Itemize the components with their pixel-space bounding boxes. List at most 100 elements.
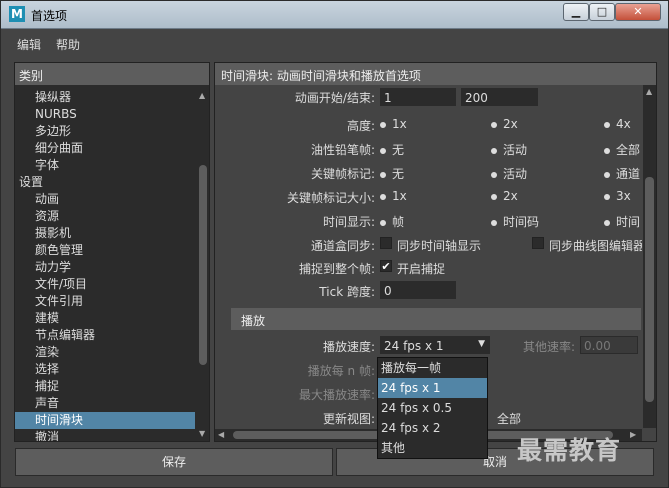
- keysize-radio-2x[interactable]: 2x: [491, 189, 518, 203]
- height-radio-2x[interactable]: 2x: [491, 117, 518, 131]
- keyticks-radio-none[interactable]: 无: [380, 165, 404, 182]
- sync-timeline-checkbox[interactable]: [380, 237, 392, 249]
- playback-section-header[interactable]: 播放: [231, 308, 641, 330]
- category-item[interactable]: 建模: [15, 310, 195, 327]
- dropdown-option[interactable]: 其他: [378, 438, 487, 458]
- sync-graph-label: 同步曲线图编辑器: [549, 239, 642, 253]
- other-speed-label: 其他速率:: [522, 340, 575, 354]
- radio-icon: [380, 193, 386, 200]
- anim-start-field[interactable]: 1: [380, 88, 456, 106]
- radio-icon: [604, 121, 610, 128]
- radio-icon: [604, 193, 610, 200]
- category-item[interactable]: 时间滑块: [15, 412, 195, 429]
- scroll-thumb[interactable]: [199, 165, 207, 365]
- radio-icon: [491, 219, 497, 226]
- settings-header: 时间滑块: 动画时间滑块和播放首选项: [215, 63, 656, 85]
- category-item[interactable]: 渲染: [15, 344, 195, 361]
- category-header: 类别: [15, 63, 209, 85]
- keyticks-radio-channel[interactable]: 通道: [604, 165, 640, 182]
- category-item[interactable]: 多边形: [15, 123, 195, 140]
- category-item[interactable]: 颜色管理: [15, 242, 195, 259]
- scroll-down-icon[interactable]: ▼: [199, 429, 205, 438]
- onion-label: 油性铅笔帧:: [310, 143, 375, 157]
- anim-end-field[interactable]: 200: [461, 88, 538, 106]
- timedisp-radio-timecode[interactable]: 时间码: [491, 213, 539, 230]
- radio-icon: [491, 171, 497, 178]
- speed-dropdown-list: 播放每一帧 24 fps x 1 24 fps x 0.5 24 fps x 2 其他: [377, 357, 488, 459]
- watermark: 最需教育: [517, 436, 622, 465]
- category-item[interactable]: 动力学: [15, 259, 195, 276]
- scroll-up-icon[interactable]: ▲: [199, 91, 205, 100]
- dropdown-option[interactable]: 播放每一帧: [378, 358, 487, 378]
- sync-graph-checkbox[interactable]: [532, 237, 544, 249]
- keysize-label: 关键帧标记大小:: [286, 191, 375, 205]
- sync-timeline-label: 同步时间轴显示: [397, 239, 482, 253]
- keysize-radio-3x[interactable]: 3x: [604, 189, 631, 203]
- scroll-up-icon[interactable]: ▲: [646, 87, 652, 96]
- timedisp-label: 时间显示:: [322, 215, 375, 229]
- category-item[interactable]: 摄影机: [15, 225, 195, 242]
- maximize-button[interactable]: □: [589, 3, 615, 21]
- onion-radio-active[interactable]: 活动: [491, 141, 527, 158]
- onion-radio-none[interactable]: 无: [380, 141, 404, 158]
- tick-span-field[interactable]: 0: [380, 281, 456, 299]
- scroll-right-icon[interactable]: ▶: [630, 430, 636, 439]
- height-radio-1x[interactable]: 1x: [380, 117, 407, 131]
- window-title: 首选项: [31, 9, 68, 23]
- timedisp-radio-frame[interactable]: 帧: [380, 213, 404, 230]
- dropdown-option[interactable]: 24 fps x 1: [378, 378, 487, 398]
- tick-label: Tick 跨度:: [319, 285, 375, 299]
- radio-icon: [380, 171, 386, 178]
- category-item[interactable]: 字体: [15, 157, 195, 174]
- category-item[interactable]: 文件引用: [15, 293, 195, 310]
- chanbox-label: 通道盒同步:: [310, 239, 375, 253]
- category-item[interactable]: 声音: [15, 395, 195, 412]
- radio-icon: [491, 121, 497, 128]
- save-button[interactable]: 保存: [15, 448, 333, 476]
- timedisp-radio-time[interactable]: 时间: [604, 213, 640, 230]
- anim-range-label: 动画开始/结束:: [294, 91, 375, 105]
- category-item[interactable]: 撤消: [15, 429, 195, 441]
- category-item[interactable]: 设置: [15, 174, 195, 191]
- max-speed-label: 最大播放速率:: [298, 388, 375, 402]
- menu-bar: 编辑 帮助: [1, 30, 668, 56]
- radio-icon: [604, 219, 610, 226]
- category-tree: 操纵器 NURBS 多边形 细分曲面 字体 设置 动画 资源 摄影机 颜色管理 动力学 文件/项目 文件…: [15, 89, 195, 441]
- snap-checkbox[interactable]: ✔: [380, 260, 392, 272]
- category-item[interactable]: 动画: [15, 191, 195, 208]
- keyticks-radio-active[interactable]: 活动: [491, 165, 527, 182]
- dropdown-option[interactable]: 24 fps x 2: [378, 418, 487, 438]
- category-item[interactable]: 资源: [15, 208, 195, 225]
- menu-edit[interactable]: 编辑: [17, 36, 41, 53]
- minimize-button[interactable]: ▁: [563, 3, 589, 21]
- onion-radio-all[interactable]: 全部: [604, 141, 640, 158]
- settings-vscrollbar[interactable]: ▲: [643, 85, 656, 428]
- category-item[interactable]: 操纵器: [15, 89, 195, 106]
- snap-label: 捕捉到整个帧:: [298, 262, 375, 276]
- scroll-left-icon[interactable]: ◀: [218, 430, 224, 439]
- scroll-thumb[interactable]: [645, 177, 654, 402]
- category-item[interactable]: 细分曲面: [15, 140, 195, 157]
- category-item[interactable]: NURBS: [15, 106, 195, 123]
- category-item[interactable]: 文件/项目: [15, 276, 195, 293]
- category-scrollbar[interactable]: ▲ ▼: [197, 89, 209, 441]
- keysize-radio-1x[interactable]: 1x: [380, 189, 407, 203]
- every-n-label: 播放每 n 帧:: [307, 364, 375, 378]
- category-item[interactable]: 节点编辑器: [15, 327, 195, 344]
- category-item[interactable]: 选择: [15, 361, 195, 378]
- radio-icon: [380, 219, 386, 226]
- radio-icon: [604, 147, 610, 154]
- menu-help[interactable]: 帮助: [56, 36, 80, 53]
- radio-icon: [604, 171, 610, 178]
- dropdown-option[interactable]: 24 fps x 0.5: [378, 398, 487, 418]
- update-view-all[interactable]: 全部: [497, 410, 521, 427]
- radio-icon: [491, 147, 497, 154]
- height-radio-4x[interactable]: 4x: [604, 117, 631, 131]
- keyticks-label: 关键帧标记:: [310, 167, 375, 181]
- other-speed-field[interactable]: 0.00: [580, 336, 638, 354]
- speed-label: 播放速度:: [322, 340, 375, 354]
- category-item[interactable]: 捕捉: [15, 378, 195, 395]
- close-button[interactable]: ✕: [615, 3, 661, 21]
- maya-logo-icon: M: [9, 6, 25, 22]
- update-view-label: 更新视图:: [322, 412, 375, 426]
